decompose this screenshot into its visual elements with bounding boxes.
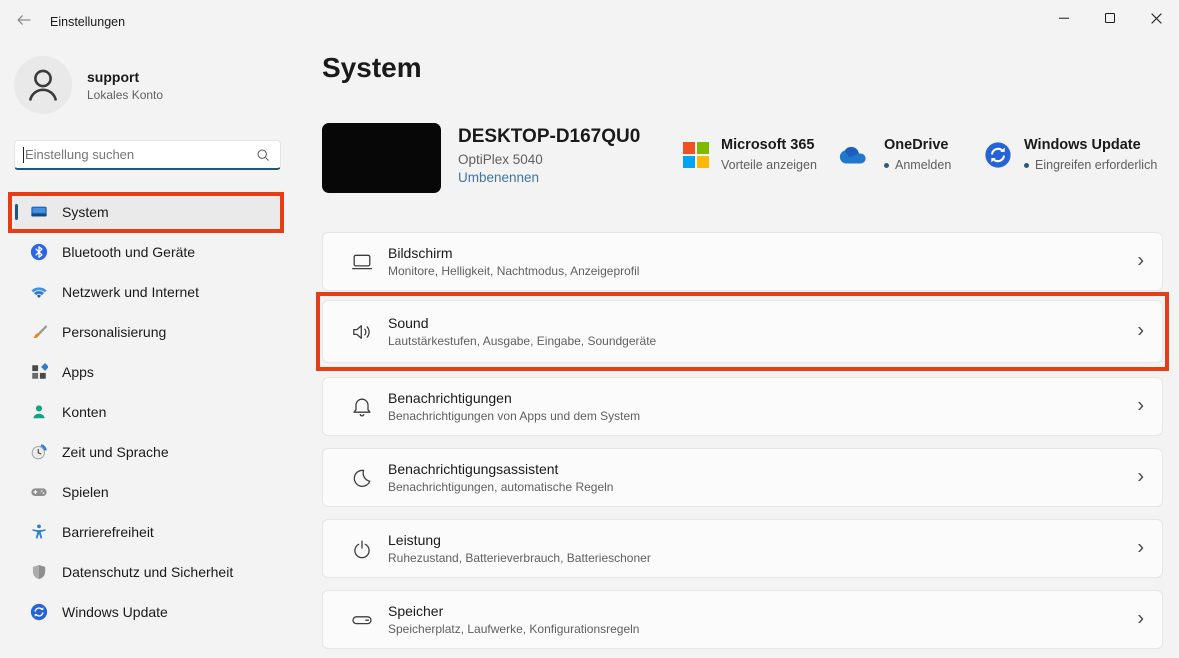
- settings-row-title: Bildschirm: [388, 245, 639, 261]
- settings-row-speicher[interactable]: Speicher Speicherplatz, Laufwerke, Konfig…: [322, 590, 1163, 649]
- apps-icon: [30, 363, 48, 381]
- promo-subtitle: Eingreifen erforderlich: [1024, 158, 1157, 172]
- sidebar-item-label: Personalisierung: [62, 324, 166, 340]
- settings-row-title: Speicher: [388, 603, 639, 619]
- search-box: [14, 140, 281, 170]
- sidebar-item-label: Datenschutz und Sicherheit: [62, 564, 233, 580]
- promo-card-microsoft-365[interactable]: Microsoft 365 Vorteile anzeigen: [683, 137, 817, 172]
- sidebar-item-netzwerk-und-internet[interactable]: Netzwerk und Internet: [14, 272, 281, 312]
- account-type: Lokales Konto: [87, 88, 163, 102]
- promo-card-windows-update[interactable]: Windows Update Eingreifen erforderlich: [984, 137, 1157, 172]
- chevron-right-icon: ›: [1137, 249, 1144, 272]
- time-icon: [30, 443, 48, 461]
- chevron-right-icon: ›: [1137, 536, 1144, 559]
- search-input[interactable]: [25, 141, 245, 168]
- sidebar-item-label: Bluetooth und Geräte: [62, 244, 195, 260]
- settings-row-subtitle: Benachrichtigungen, automatische Regeln: [388, 480, 613, 494]
- settings-row-subtitle: Speicherplatz, Laufwerke, Konfigurations…: [388, 622, 639, 636]
- promo-title: Windows Update: [1024, 137, 1157, 153]
- notifications-icon: [350, 395, 374, 419]
- gaming-icon: [30, 483, 48, 501]
- sidebar-item-label: Apps: [62, 364, 94, 380]
- system-icon: [30, 203, 48, 221]
- sidebar-item-system[interactable]: System: [14, 192, 281, 232]
- settings-row-subtitle: Ruhezustand, Batterieverbrauch, Batterie…: [388, 551, 651, 565]
- promo-card-onedrive[interactable]: OneDrive Anmelden: [838, 137, 951, 172]
- sidebar-item-spielen[interactable]: Spielen: [14, 472, 281, 512]
- sound-icon: [350, 320, 374, 344]
- settings-row-subtitle: Benachrichtigungen von Apps und dem Syst…: [388, 409, 640, 423]
- accounts-icon: [30, 403, 48, 421]
- settings-row-title: Benachrichtigungsassistent: [388, 461, 613, 477]
- promo-subtitle: Vorteile anzeigen: [721, 158, 817, 172]
- microsoft-icon: [683, 142, 709, 168]
- avatar: [14, 56, 72, 114]
- device-model: OptiPlex 5040: [458, 152, 640, 167]
- back-button[interactable]: [8, 6, 40, 34]
- display-icon: [350, 250, 374, 274]
- chevron-right-icon: ›: [1137, 394, 1144, 417]
- sidebar-item-bluetooth-und-ger-te[interactable]: Bluetooth und Geräte: [14, 232, 281, 272]
- search-icon: [255, 147, 271, 163]
- sidebar-item-label: Windows Update: [62, 604, 168, 620]
- device-name: DESKTOP-D167QU0: [458, 126, 640, 148]
- sidebar-item-label: Barrierefreiheit: [62, 524, 154, 540]
- sidebar-item-label: Zeit und Sprache: [62, 444, 169, 460]
- settings-row-benachrichtigungsassistent[interactable]: Benachrichtigungsassistent Benachrichtigu…: [322, 448, 1163, 507]
- update-icon: [30, 603, 48, 621]
- chevron-right-icon: ›: [1137, 319, 1144, 342]
- app-title: Einstellungen: [50, 15, 125, 29]
- promo-title: Microsoft 365: [721, 137, 817, 153]
- account-name: support: [87, 69, 163, 85]
- status-dot: [1024, 163, 1029, 168]
- sidebar-item-windows-update[interactable]: Windows Update: [14, 592, 281, 632]
- accessibility-icon: [30, 523, 48, 541]
- network-icon: [30, 283, 48, 301]
- sidebar-item-zeit-und-sprache[interactable]: Zeit und Sprache: [14, 432, 281, 472]
- account-card[interactable]: support Lokales Konto: [14, 56, 163, 114]
- settings-row-bildschirm[interactable]: Bildschirm Monitore, Helligkeit, Nachtmod…: [322, 232, 1163, 291]
- chevron-right-icon: ›: [1137, 465, 1144, 488]
- minimize-icon[interactable]: [1041, 0, 1087, 36]
- settings-row-sound[interactable]: Sound Lautstärkestufen, Ausgabe, Eingabe,…: [322, 300, 1163, 363]
- promo-title: OneDrive: [884, 137, 951, 153]
- settings-window: Einstellungen support Lokales Konto Syst…: [0, 0, 1179, 658]
- device-thumbnail: [322, 123, 441, 193]
- storage-icon: [350, 608, 374, 632]
- sidebar-item-apps[interactable]: Apps: [14, 352, 281, 392]
- settings-row-title: Leistung: [388, 532, 651, 548]
- settings-row-benachrichtigungen[interactable]: Benachrichtigungen Benachrichtigungen von…: [322, 377, 1163, 436]
- chevron-right-icon: ›: [1137, 607, 1144, 630]
- window-controls: [1041, 0, 1179, 36]
- promo-subtitle: Anmelden: [884, 158, 951, 172]
- personalization-icon: [30, 323, 48, 341]
- close-icon[interactable]: [1133, 0, 1179, 36]
- focus-icon: [350, 466, 374, 490]
- settings-row-title: Benachrichtigungen: [388, 390, 640, 406]
- bluetooth-icon: [30, 243, 48, 261]
- privacy-icon: [30, 563, 48, 581]
- sidebar-item-konten[interactable]: Konten: [14, 392, 281, 432]
- maximize-icon[interactable]: [1087, 0, 1133, 36]
- settings-row-leistung[interactable]: Leistung Ruhezustand, Batterieverbrauch, …: [322, 519, 1163, 578]
- page-title: System: [322, 52, 422, 84]
- sidebar-item-barrierefreiheit[interactable]: Barrierefreiheit: [14, 512, 281, 552]
- power-icon: [350, 537, 374, 561]
- sidebar-item-label: Netzwerk und Internet: [62, 284, 199, 300]
- sidebar-item-personalisierung[interactable]: Personalisierung: [14, 312, 281, 352]
- sidebar-item-label: Spielen: [62, 484, 109, 500]
- sidebar-item-datenschutz-und-sicherheit[interactable]: Datenschutz und Sicherheit: [14, 552, 281, 592]
- settings-row-subtitle: Monitore, Helligkeit, Nachtmodus, Anzeig…: [388, 264, 639, 278]
- rename-link[interactable]: Umbenennen: [458, 170, 539, 185]
- onedrive-icon: [838, 144, 872, 166]
- selected-indicator: [15, 204, 18, 220]
- sidebar-nav: System Bluetooth und Geräte Netzwerk und I…: [14, 192, 281, 632]
- settings-row-subtitle: Lautstärkestufen, Ausgabe, Eingabe, Soun…: [388, 334, 656, 348]
- sidebar-item-label: System: [62, 204, 109, 220]
- update-icon: [984, 141, 1012, 169]
- settings-row-title: Sound: [388, 315, 656, 331]
- sidebar-item-label: Konten: [62, 404, 106, 420]
- text-cursor: [23, 147, 24, 163]
- status-dot: [884, 163, 889, 168]
